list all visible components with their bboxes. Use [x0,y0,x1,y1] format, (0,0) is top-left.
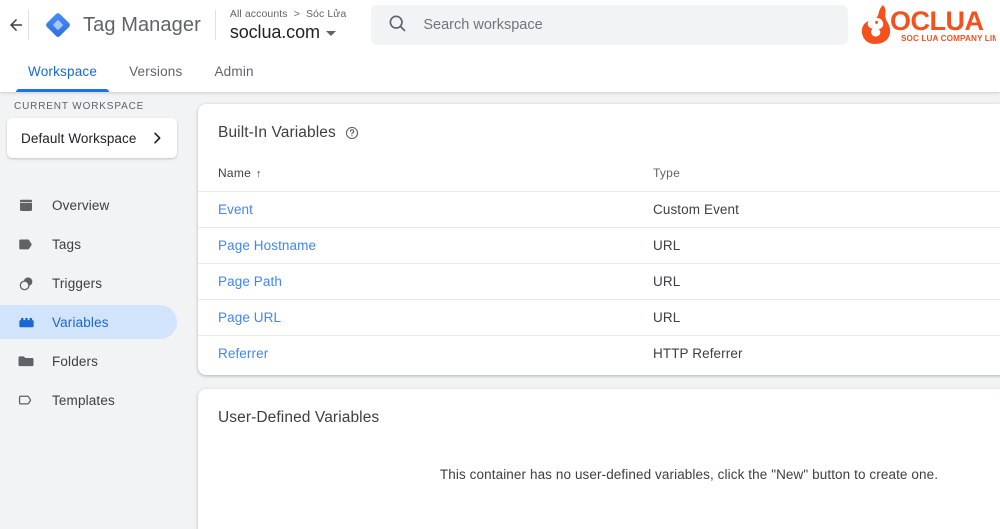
variable-link[interactable]: Event [218,202,253,217]
table-header-row: Name ↑ Type [198,158,1000,192]
empty-state-message: This container has no user-defined varia… [439,467,939,482]
variable-name-cell: Page Hostname [198,227,653,264]
tab-workspace-label: Workspace [28,63,98,79]
chevron-right-icon [149,130,165,146]
sidebar-nav: Overview Tags Triggers Variables Folders… [0,188,184,417]
overview-box-icon [16,195,36,215]
help-circle-icon[interactable] [345,126,359,140]
variable-name-cell: Page URL [198,299,653,336]
sidebar-item-templates[interactable]: Templates [0,383,177,417]
sidebar-item-overview[interactable]: Overview [0,188,177,222]
tab-admin[interactable]: Admin [198,50,269,92]
sort-ascending-icon: ↑ [256,168,262,180]
search-area [346,5,848,45]
tab-versions-label: Versions [129,63,183,79]
google-tag-manager-diamond-icon [44,11,72,39]
sidebar-item-folders[interactable]: Folders [0,344,177,378]
main-content: Built-In Variables Name ↑ Type Event Cus… [184,92,1000,529]
column-header-name-label: Name [218,166,252,180]
workspace-name: Default Workspace [21,130,137,146]
flame-squirrel-icon [861,5,891,44]
company-wordmark: OCLUA [890,6,984,36]
built-in-variables-title: Built-In Variables [218,124,336,141]
sidebar-item-templates-label: Templates [52,392,115,408]
table-row[interactable]: Page URL URL [198,299,1000,336]
variable-link[interactable]: Page Path [218,274,282,289]
breadcrumb: All accounts > Sóc Lửa [230,9,347,20]
sidebar-item-triggers[interactable]: Triggers [0,266,177,300]
variable-name-cell: Event [198,191,653,228]
folder-icon [16,351,36,371]
variables-brick-icon [16,312,36,332]
arrow-left-icon [7,16,25,34]
company-tagline: SOC LUA COMPANY LIMITED [901,34,996,43]
table-row[interactable]: Page Path URL [198,263,1000,300]
back-button[interactable] [0,0,28,50]
table-body: Event Custom Event Page Hostname URL Pag… [198,191,1000,376]
account-container-selector[interactable]: All accounts > Sóc Lửa soclua.com [216,9,347,41]
variable-type-cell: URL [653,227,1000,264]
container-row[interactable]: soclua.com [230,23,347,41]
sidebar-item-tags-label: Tags [52,236,82,252]
variable-link[interactable]: Page Hostname [218,238,316,253]
search-input[interactable] [423,17,832,33]
search-icon [387,13,407,38]
variable-type-cell: URL [653,299,1000,336]
variable-type-cell: URL [653,263,1000,300]
built-in-variables-table: Name ↑ Type Event Custom Event Page Host… [198,158,1000,375]
sidebar: CURRENT WORKSPACE Default Workspace Over… [0,92,184,529]
table-head: Name ↑ Type [198,158,1000,192]
sidebar-item-folders-label: Folders [52,353,99,369]
built-in-variables-title-row: Built-In Variables [198,104,1000,142]
tag-icon [16,234,36,254]
sidebar-item-tags[interactable]: Tags [0,227,177,261]
tab-admin-label: Admin [214,63,254,79]
table-row[interactable]: Referrer HTTP Referrer [198,336,1000,376]
table-row[interactable]: Page Hostname URL [198,227,1000,264]
template-outline-icon [16,390,36,410]
sidebar-item-triggers-label: Triggers [52,275,103,291]
variable-type-cell: Custom Event [653,191,1000,228]
main-tab-bar: Workspace Versions Admin [0,50,1000,92]
column-header-type-label: Type [653,166,681,180]
workspace-selector[interactable]: Default Workspace [7,118,177,158]
breadcrumb-account-name[interactable]: Sóc Lửa [306,8,346,20]
user-defined-variables-card: User-Defined Variables This container ha… [198,389,1000,529]
triggers-circles-icon [16,273,36,293]
container-name: soclua.com [229,21,320,42]
variable-link[interactable]: Page URL [218,310,281,325]
variable-link[interactable]: Referrer [218,346,268,361]
chevron-down-icon[interactable] [325,30,336,36]
tab-versions[interactable]: Versions [113,50,198,92]
current-workspace-label: CURRENT WORKSPACE [14,101,145,112]
built-in-variables-card: Built-In Variables Name ↑ Type Event Cus… [198,104,1000,375]
breadcrumb-all-accounts[interactable]: All accounts [230,8,288,20]
sidebar-item-variables-label: Variables [52,314,109,330]
variable-type-cell: HTTP Referrer [653,346,743,361]
breadcrumb-separator: > [293,8,300,21]
product-brand[interactable]: Tag Manager [29,11,215,39]
column-header-type[interactable]: Type [653,158,1000,192]
sidebar-item-overview-label: Overview [52,197,110,213]
table-row[interactable]: Event Custom Event [198,191,1000,228]
variable-name-cell: Referrer [198,336,653,376]
product-name: Tag Manager [83,13,201,36]
body-area: CURRENT WORKSPACE Default Workspace Over… [0,92,1000,529]
company-logo: OCLUA SOC LUA COMPANY LIMITED [856,1,1000,49]
user-defined-variables-title: User-Defined Variables [218,409,380,426]
column-header-name[interactable]: Name ↑ [198,158,653,192]
variable-name-cell: Page Path [198,263,653,300]
search-box[interactable] [371,5,848,45]
sidebar-item-variables[interactable]: Variables [0,305,177,339]
user-defined-variables-title-row: User-Defined Variables [198,389,1000,427]
top-header-bar: Tag Manager All accounts > Sóc Lửa soclu… [0,0,1000,50]
tab-workspace[interactable]: Workspace [12,50,113,92]
